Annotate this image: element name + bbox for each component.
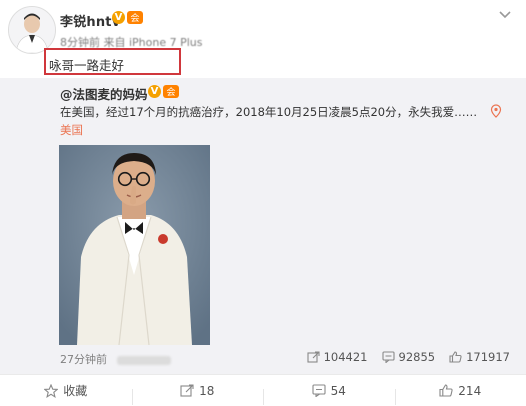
bottom-action-bar: 收藏 18 54 214 [0, 374, 526, 406]
repost-actions: 104421 92855 171917 [307, 350, 510, 364]
repost-comment-count: 92855 [399, 350, 436, 364]
location-pin-icon [490, 104, 502, 118]
share-icon [307, 351, 320, 363]
chevron-down-icon[interactable] [498, 8, 512, 22]
share-count: 18 [199, 384, 214, 398]
repost-time[interactable]: 27分钟前 [60, 353, 107, 366]
favorite-button[interactable]: 收藏 [0, 382, 132, 399]
highlight-box [44, 48, 181, 75]
repost-like-action[interactable]: 171917 [449, 350, 510, 364]
user-badges: V 会 [112, 11, 143, 24]
repost-like-count: 171917 [466, 350, 510, 364]
avatar-image [9, 7, 55, 53]
favorite-label: 收藏 [63, 382, 87, 399]
photo-image [59, 145, 210, 345]
comment-count: 54 [331, 384, 346, 398]
share-button[interactable]: 18 [132, 384, 264, 398]
verified-badge-icon: V [112, 11, 125, 24]
repost-source-blurred [117, 356, 171, 365]
verified-badge-icon: V [148, 85, 161, 98]
avatar[interactable] [8, 6, 56, 54]
repost-share-action[interactable]: 104421 [307, 350, 368, 364]
comment-button[interactable]: 54 [263, 384, 395, 398]
member-badge-icon: 会 [163, 85, 179, 98]
repost-meta: 27分钟前 [60, 351, 171, 367]
like-icon [449, 351, 462, 363]
repost-photo[interactable] [59, 145, 210, 345]
like-icon [439, 384, 453, 397]
like-button[interactable]: 214 [395, 384, 526, 398]
repost-badges: V 会 [148, 85, 179, 98]
share-icon [180, 384, 194, 397]
star-icon [44, 384, 58, 398]
member-badge-icon: 会 [127, 11, 143, 24]
repost-username[interactable]: @法图麦的妈妈 [60, 84, 148, 103]
repost-text: 在美国，经过17个月的抗癌治疗，2018年10月25日凌晨5点20分，永失我爱…… [60, 104, 490, 120]
location-tag[interactable]: 美国 [60, 122, 83, 138]
comment-icon [382, 351, 395, 363]
like-count: 214 [458, 384, 481, 398]
weibo-post-card: 李锐hntv V 会 8分钟前 来自 iPhone 7 Plus 咏哥一路走好 … [0, 0, 526, 405]
repost-share-count: 104421 [324, 350, 368, 364]
repost-comment-action[interactable]: 92855 [382, 350, 436, 364]
comment-icon [312, 384, 326, 397]
